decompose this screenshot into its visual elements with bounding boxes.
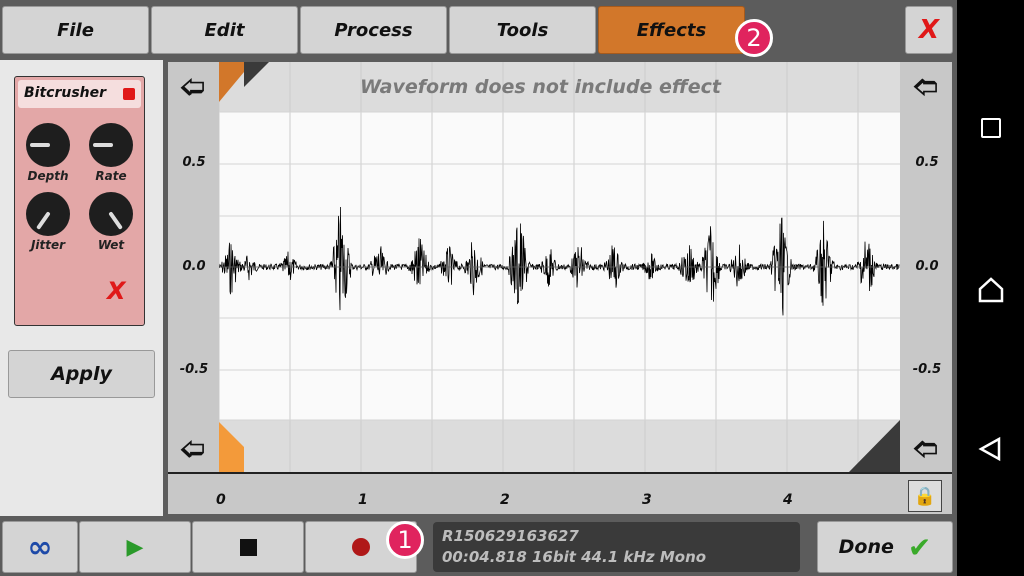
android-nav-bar <box>957 0 1024 576</box>
loop-button[interactable]: ∞ <box>2 521 78 573</box>
scroll-left-arrow-icon[interactable]: 🢠 <box>180 432 205 473</box>
x-tick-label: 0 <box>216 492 226 508</box>
knob-label: Depth <box>27 169 69 183</box>
y-tick-label: -0.5 <box>912 362 942 377</box>
close-button[interactable]: X <box>905 6 953 54</box>
recording-info: R150629163627 00:04.818 16bit 44.1 kHz M… <box>433 522 800 572</box>
x-tick-label: 2 <box>500 492 510 508</box>
back-icon[interactable] <box>977 436 1003 462</box>
scroll-left-arrow-icon[interactable]: 🢠 <box>180 70 205 111</box>
y-tick-label: 0.5 <box>182 155 206 170</box>
knob-label: Rate <box>95 169 127 183</box>
menu-file[interactable]: File <box>2 6 149 54</box>
recents-icon[interactable] <box>981 118 1001 138</box>
knob-jitter[interactable] <box>26 192 70 236</box>
annotation-badge-2: 2 <box>735 19 773 57</box>
knob-depth[interactable] <box>26 123 70 167</box>
stop-icon <box>239 538 257 556</box>
remove-effect-button[interactable]: X <box>107 277 126 305</box>
menu-process[interactable]: Process <box>300 6 447 54</box>
effects-panel: Bitcrusher Depth Rate Jitter Wet X Apply <box>0 60 163 516</box>
knob-label: Jitter <box>30 238 66 252</box>
home-icon[interactable] <box>977 276 1005 304</box>
waveform-notice: Waveform does not include effect <box>360 76 721 98</box>
time-ruler[interactable]: 0 1 2 3 4 🔒 <box>168 472 952 514</box>
x-tick-label: 3 <box>642 492 652 508</box>
y-tick-label: -0.5 <box>179 362 209 377</box>
record-icon <box>352 538 370 556</box>
menu-tools[interactable]: Tools <box>449 6 596 54</box>
menu-effects[interactable]: Effects <box>598 6 745 54</box>
knob-wet[interactable] <box>89 192 133 236</box>
recording-details: 00:04.818 16bit 44.1 kHz Mono <box>442 548 707 566</box>
checkmark-icon: ✔ <box>907 530 932 564</box>
y-tick-label: 0.5 <box>915 155 939 170</box>
scroll-right-arrow-icon[interactable]: 🢢 <box>913 70 938 111</box>
stop-button[interactable] <box>192 521 304 573</box>
effect-name: Bitcrusher <box>24 85 107 101</box>
knob-rate[interactable] <box>89 123 133 167</box>
waveform-view[interactable]: 🢠 🢠 🢢 🢢 Waveform does not include effect… <box>168 62 952 472</box>
effect-enabled-toggle[interactable] <box>123 88 135 100</box>
bottom-strip <box>219 420 900 472</box>
y-tick-label: 0.0 <box>182 259 206 274</box>
menu-edit[interactable]: Edit <box>151 6 298 54</box>
scroll-right-arrow-icon[interactable]: 🢢 <box>913 432 938 473</box>
done-button[interactable]: Done ✔ <box>817 521 953 573</box>
waveform-canvas[interactable] <box>219 62 900 472</box>
recording-name: R150629163627 <box>442 527 579 545</box>
knob-label: Wet <box>97 238 125 252</box>
play-button[interactable]: ▶ <box>79 521 191 573</box>
apply-button[interactable]: Apply <box>8 350 155 398</box>
x-tick-label: 4 <box>783 492 793 508</box>
annotation-badge-1: 1 <box>386 521 424 559</box>
x-tick-label: 1 <box>358 492 368 508</box>
done-label: Done <box>838 536 894 558</box>
effect-card-bitcrusher: Bitcrusher Depth Rate Jitter Wet X <box>14 76 145 326</box>
y-tick-label: 0.0 <box>915 259 939 274</box>
lock-icon[interactable]: 🔒 <box>908 480 942 512</box>
